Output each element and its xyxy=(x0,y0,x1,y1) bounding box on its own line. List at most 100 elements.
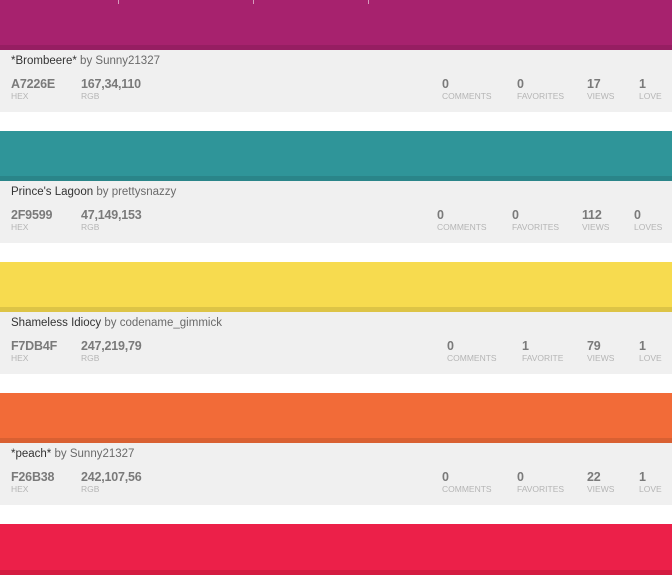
rgb-field: 242,107,56 RGB xyxy=(81,470,142,495)
next-palette-swatch[interactable] xyxy=(0,524,672,575)
palette-card-shameless-idiocy[interactable]: Shameless Idiocy by codename_gimmick F7D… xyxy=(0,262,672,374)
hex-value: 2F9599 xyxy=(11,208,53,222)
by-label: by xyxy=(54,448,67,460)
stat-value: 1 xyxy=(639,339,646,353)
rgb-field: 247,219,79 RGB xyxy=(81,339,142,364)
author-link[interactable]: Sunny21327 xyxy=(70,448,135,460)
palette-title-line: *Brombeere* by Sunny21327 xyxy=(11,55,160,67)
views-stat: 22 VIEWS xyxy=(587,470,614,495)
palette-title-line: *peach* by Sunny21327 xyxy=(11,448,134,460)
stat-label: LOVE xyxy=(639,484,662,494)
stat-label: VIEWS xyxy=(587,353,615,363)
stat-value: 112 xyxy=(582,208,602,222)
hex-field: 2F9599 HEX xyxy=(11,208,52,233)
favorites-stat[interactable]: 1 FAVORITE xyxy=(522,339,563,364)
favorites-stat[interactable]: 0 FAVORITES xyxy=(517,77,564,102)
stat-value: 0 xyxy=(437,208,444,222)
palette-info: Shameless Idiocy by codename_gimmick F7D… xyxy=(0,312,672,374)
favorites-stat[interactable]: 0 FAVORITES xyxy=(512,208,559,233)
rgb-label: RGB xyxy=(81,222,100,232)
rgb-field: 167,34,110 RGB xyxy=(81,77,141,102)
loves-stat[interactable]: 1 LOVE xyxy=(639,77,662,102)
comments-stat[interactable]: 0 COMMENTS xyxy=(442,470,492,495)
stat-label: VIEWS xyxy=(587,484,615,494)
palette-title-line: Shameless Idiocy by codename_gimmick xyxy=(11,317,222,329)
views-stat: 79 VIEWS xyxy=(587,339,614,364)
palette-title-link[interactable]: Prince's Lagoon xyxy=(11,186,93,198)
swatch-divider xyxy=(118,0,119,4)
rgb-field: 47,149,153 RGB xyxy=(81,208,142,233)
loves-stat[interactable]: 1 LOVE xyxy=(639,470,662,495)
stat-label: FAVORITES xyxy=(517,91,565,101)
comments-stat[interactable]: 0 COMMENTS xyxy=(442,77,492,102)
stat-value: 0 xyxy=(634,208,641,222)
author-link[interactable]: codename_gimmick xyxy=(120,317,222,329)
palette-card-peach[interactable]: *peach* by Sunny21327 F26B38 HEX 242,107… xyxy=(0,393,672,505)
loves-stat[interactable]: 1 LOVE xyxy=(639,339,662,364)
color-swatch[interactable] xyxy=(0,0,672,50)
views-stat: 112 VIEWS xyxy=(582,208,609,233)
stat-label: COMMENTS xyxy=(437,222,487,232)
comments-stat[interactable]: 0 COMMENTS xyxy=(447,339,497,364)
hex-value: A7226E xyxy=(11,77,55,91)
palette-title-link[interactable]: *Brombeere* xyxy=(11,55,77,67)
palette-title-link[interactable]: Shameless Idiocy xyxy=(11,317,101,329)
stat-value: 1 xyxy=(639,77,646,91)
palette-info: *Brombeere* by Sunny21327 A7226E HEX 167… xyxy=(0,50,672,112)
rgb-value: 247,219,79 xyxy=(81,339,142,353)
stat-value: 0 xyxy=(447,339,454,353)
stat-label: FAVORITES xyxy=(517,484,565,494)
stat-label: COMMENTS xyxy=(447,353,497,363)
rgb-value: 167,34,110 xyxy=(81,77,141,91)
hex-label: HEX xyxy=(11,353,29,363)
favorites-stat[interactable]: 0 FAVORITES xyxy=(517,470,564,495)
stat-label: LOVE xyxy=(639,91,662,101)
rgb-label: RGB xyxy=(81,91,100,101)
by-label: by xyxy=(96,186,109,198)
swatch-divider xyxy=(368,0,369,4)
stat-value: 0 xyxy=(512,208,519,222)
author-link[interactable]: prettysnazzy xyxy=(112,186,177,198)
hex-label: HEX xyxy=(11,222,29,232)
stat-value: 0 xyxy=(517,470,524,484)
by-label: by xyxy=(104,317,117,329)
swatch-divider xyxy=(253,0,254,4)
hex-label: HEX xyxy=(11,484,29,494)
stat-label: FAVORITE xyxy=(522,353,564,363)
by-label: by xyxy=(80,55,93,67)
palette-title-link[interactable]: *peach* xyxy=(11,448,51,460)
palette-info: *peach* by Sunny21327 F26B38 HEX 242,107… xyxy=(0,443,672,505)
stat-label: LOVES xyxy=(634,222,663,232)
stat-value: 0 xyxy=(442,77,449,91)
hex-value: F26B38 xyxy=(11,470,55,484)
color-swatch[interactable] xyxy=(0,393,672,443)
stat-label: COMMENTS xyxy=(442,91,492,101)
color-swatch[interactable] xyxy=(0,262,672,312)
views-stat: 17 VIEWS xyxy=(587,77,614,102)
rgb-value: 242,107,56 xyxy=(81,470,142,484)
swatch-shadow xyxy=(0,570,672,575)
stat-label: VIEWS xyxy=(582,222,610,232)
stat-value: 0 xyxy=(442,470,449,484)
palette-card-princes-lagoon[interactable]: Prince's Lagoon by prettysnazzy 2F9599 H… xyxy=(0,131,672,243)
hex-field: A7226E HEX xyxy=(11,77,55,102)
loves-stat[interactable]: 0 LOVES xyxy=(634,208,662,233)
hex-value: F7DB4F xyxy=(11,339,58,353)
comments-stat[interactable]: 0 COMMENTS xyxy=(437,208,487,233)
stat-value: 79 xyxy=(587,339,601,353)
hex-field: F26B38 HEX xyxy=(11,470,54,495)
stat-value: 22 xyxy=(587,470,601,484)
stat-label: VIEWS xyxy=(587,91,615,101)
author-link[interactable]: Sunny21327 xyxy=(95,55,160,67)
rgb-value: 47,149,153 xyxy=(81,208,142,222)
palette-info: Prince's Lagoon by prettysnazzy 2F9599 H… xyxy=(0,181,672,243)
stat-label: COMMENTS xyxy=(442,484,492,494)
stat-label: LOVE xyxy=(639,353,662,363)
rgb-label: RGB xyxy=(81,353,100,363)
rgb-label: RGB xyxy=(81,484,100,494)
hex-field: F7DB4F HEX xyxy=(11,339,57,364)
stat-label: FAVORITES xyxy=(512,222,560,232)
stat-value: 0 xyxy=(517,77,524,91)
color-swatch[interactable] xyxy=(0,131,672,181)
palette-card-brombeere[interactable]: *Brombeere* by Sunny21327 A7226E HEX 167… xyxy=(0,0,672,112)
